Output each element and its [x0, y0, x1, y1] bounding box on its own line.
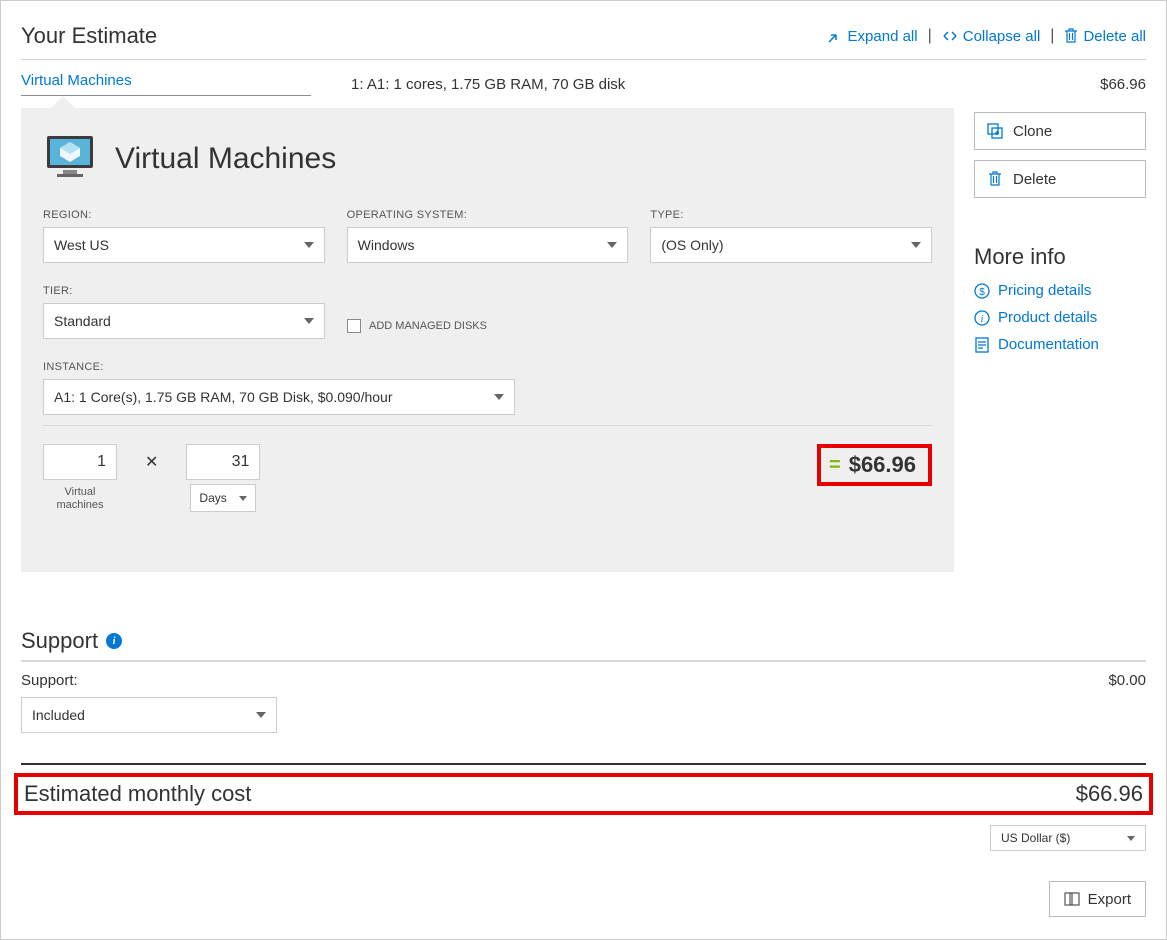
os-select[interactable]: Windows	[347, 227, 629, 263]
tier-value: Standard	[54, 313, 111, 329]
chevron-down-icon	[256, 712, 266, 718]
instance-label: INSTANCE:	[43, 361, 932, 373]
chevron-down-icon	[239, 496, 247, 501]
summary-description: 1: A1: 1 cores, 1.75 GB RAM, 70 GB disk	[311, 76, 1100, 93]
delete-label: Delete	[1013, 171, 1056, 188]
chevron-down-icon	[304, 318, 314, 324]
collapse-all-label: Collapse all	[963, 28, 1041, 45]
chevron-down-icon	[494, 394, 504, 400]
info-icon: i	[974, 310, 990, 326]
checkbox-icon[interactable]	[347, 319, 361, 333]
documentation-link[interactable]: Documentation	[974, 336, 1146, 353]
document-icon	[974, 337, 990, 353]
expand-all-label: Expand all	[848, 28, 918, 45]
region-label: REGION:	[43, 209, 325, 221]
divider	[21, 763, 1146, 765]
os-value: Windows	[358, 237, 415, 253]
os-label: OPERATING SYSTEM:	[347, 209, 629, 221]
estimated-monthly-cost-row: Estimated monthly cost $66.96	[14, 773, 1153, 815]
currency-value: US Dollar ($)	[1001, 831, 1070, 845]
region-value: West US	[54, 237, 109, 253]
type-label: TYPE:	[650, 209, 932, 221]
separator: |	[1050, 27, 1054, 45]
trash-icon	[987, 171, 1003, 187]
vm-count-caption: Virtual machines	[43, 486, 117, 512]
collapse-icon	[942, 28, 958, 44]
delete-all-label: Delete all	[1083, 28, 1146, 45]
collapse-all-button[interactable]: Collapse all	[942, 28, 1041, 45]
expand-icon	[827, 28, 843, 44]
support-value: Included	[32, 707, 85, 723]
header-actions: Expand all | Collapse all | Delete all	[827, 27, 1146, 45]
clone-label: Clone	[1013, 123, 1052, 140]
chevron-down-icon	[607, 242, 617, 248]
instance-select[interactable]: A1: 1 Core(s), 1.75 GB RAM, 70 GB Disk, …	[43, 379, 515, 415]
chevron-down-icon	[911, 242, 921, 248]
clone-icon	[987, 123, 1003, 139]
export-button[interactable]: Export	[1049, 881, 1146, 917]
equals-icon: =	[829, 454, 841, 477]
support-label: Support:	[21, 672, 78, 689]
clone-button[interactable]: Clone	[974, 112, 1146, 150]
support-heading: Support i	[21, 628, 1146, 662]
estimated-cost-label: Estimated monthly cost	[24, 781, 251, 807]
tier-select[interactable]: Standard	[43, 303, 325, 339]
pricing-details-label: Pricing details	[998, 282, 1091, 299]
page-title: Your Estimate	[21, 23, 157, 49]
type-value: (OS Only)	[661, 237, 723, 253]
vm-config-panel: Virtual Machines REGION: West US OPERATI…	[21, 108, 954, 572]
line-item-cost-box: = $66.96	[817, 444, 932, 486]
duration-unit-select[interactable]: Days	[190, 484, 256, 512]
estimate-summary-row: Virtual Machines 1: A1: 1 cores, 1.75 GB…	[21, 60, 1146, 108]
panel-title: Virtual Machines	[115, 142, 336, 176]
export-label: Export	[1088, 891, 1131, 908]
multiply-icon: ✕	[145, 452, 158, 472]
summary-service-link[interactable]: Virtual Machines	[21, 72, 311, 96]
svg-text:i: i	[981, 314, 984, 325]
support-select[interactable]: Included	[21, 697, 277, 733]
managed-disks-label: ADD MANAGED DISKS	[369, 320, 487, 332]
chevron-down-icon	[1127, 836, 1135, 841]
instance-value: A1: 1 Core(s), 1.75 GB RAM, 70 GB Disk, …	[54, 389, 392, 405]
documentation-label: Documentation	[998, 336, 1099, 353]
estimated-cost-value: $66.96	[1076, 781, 1143, 807]
expand-all-button[interactable]: Expand all	[827, 28, 918, 45]
support-heading-label: Support	[21, 628, 98, 654]
product-details-link[interactable]: i Product details	[974, 309, 1146, 326]
info-icon[interactable]: i	[106, 633, 122, 649]
delete-all-button[interactable]: Delete all	[1064, 28, 1146, 45]
export-icon	[1064, 891, 1080, 907]
trash-icon	[1064, 28, 1078, 44]
svg-text:$: $	[979, 287, 985, 298]
duration-unit-value: Days	[199, 491, 226, 505]
vm-icon	[43, 132, 97, 185]
currency-select[interactable]: US Dollar ($)	[990, 825, 1146, 851]
pricing-details-link[interactable]: $ Pricing details	[974, 282, 1146, 299]
more-info-heading: More info	[974, 244, 1146, 270]
product-details-label: Product details	[998, 309, 1097, 326]
separator: |	[928, 27, 932, 45]
chevron-down-icon	[304, 242, 314, 248]
type-select[interactable]: (OS Only)	[650, 227, 932, 263]
duration-input[interactable]: 31	[186, 444, 260, 480]
managed-disks-checkbox-row[interactable]: ADD MANAGED DISKS	[347, 313, 487, 339]
delete-button[interactable]: Delete	[974, 160, 1146, 198]
vm-count-input[interactable]: 1	[43, 444, 117, 480]
divider	[43, 425, 932, 426]
dollar-icon: $	[974, 283, 990, 299]
side-column: Clone Delete More info $ Pricing details…	[974, 108, 1146, 572]
region-select[interactable]: West US	[43, 227, 325, 263]
tier-label: TIER:	[43, 285, 325, 297]
duration-value: 31	[232, 453, 250, 471]
vm-count-value: 1	[97, 453, 106, 471]
summary-price: $66.96	[1100, 76, 1146, 93]
support-cost: $0.00	[1108, 672, 1146, 689]
line-item-cost: $66.96	[849, 452, 916, 478]
